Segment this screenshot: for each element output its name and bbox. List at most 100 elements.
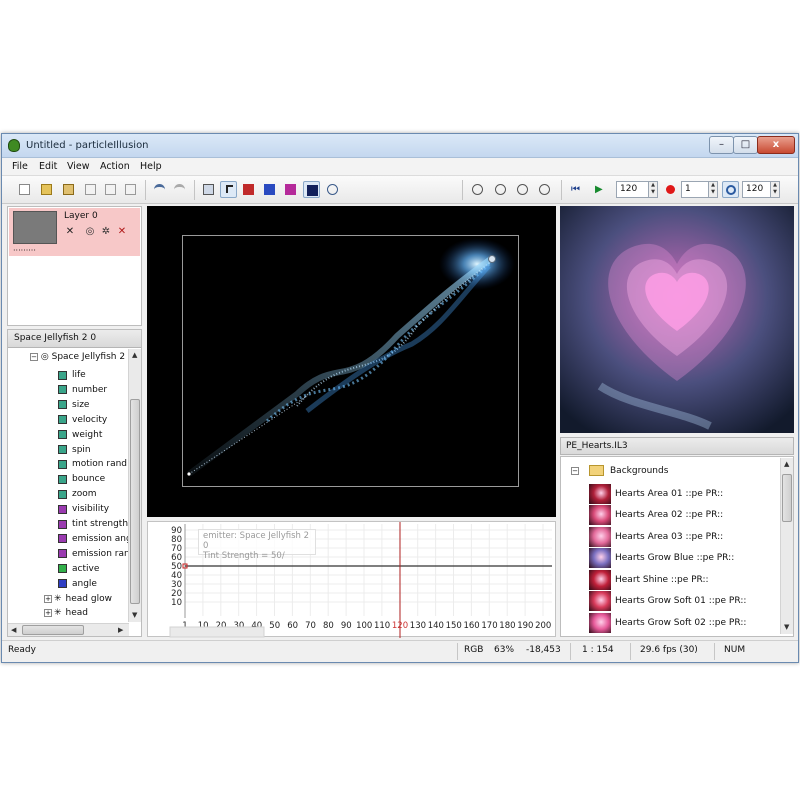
layer-thumbnail [13, 211, 57, 244]
record-icon[interactable] [662, 181, 679, 198]
layer-hide-icon[interactable]: ✕ [64, 226, 76, 238]
magenta-tool-icon[interactable] [282, 181, 299, 198]
menu-edit[interactable]: Edit [39, 161, 57, 172]
tree-property-item[interactable]: angle [58, 577, 97, 591]
menu-help[interactable]: Help [140, 161, 162, 172]
cut-icon[interactable] [82, 181, 99, 198]
graph-info-value: Tint Strength = 50/ [203, 551, 285, 561]
expand-icon[interactable]: + [44, 594, 52, 603]
frame-end-field[interactable]: 120 [616, 181, 649, 198]
particle-mode-icon[interactable] [303, 181, 320, 198]
loop-icon[interactable] [722, 181, 739, 198]
tree-vscrollbar[interactable]: ▲ ▼ [128, 349, 141, 622]
tree-property-item[interactable]: active [58, 562, 99, 576]
loop-end-field[interactable]: 120 [742, 181, 771, 198]
status-zoom: 63% [494, 645, 515, 655]
tree-property-item[interactable]: number [58, 383, 107, 397]
close-button[interactable]: x [757, 136, 795, 154]
x-tick-label: 150 [446, 621, 462, 631]
nav-up-icon[interactable] [514, 181, 531, 198]
blue-tool-icon[interactable] [261, 181, 278, 198]
tree-property-item[interactable]: bounce [58, 472, 105, 486]
tree-property-label: emission ran [72, 548, 130, 559]
layer-delete-icon[interactable]: ✕ [116, 226, 128, 238]
tree-property-item[interactable]: weight [58, 428, 102, 442]
nav-right-icon[interactable] [536, 181, 553, 198]
emitter-tool-icon[interactable] [200, 181, 217, 198]
layer-dots: ········· [13, 246, 36, 255]
library-item-label: Hearts Grow Soft 01 ::pe PR:: [615, 596, 747, 606]
tree-property-item[interactable]: velocity [58, 413, 107, 427]
folder-label: Backgrounds [610, 465, 669, 476]
tree-property-item[interactable]: emission ang [58, 532, 132, 546]
library-item-label: Hearts Grow Blue ::pe PR:: [615, 553, 735, 563]
nav-left-icon[interactable] [469, 181, 486, 198]
tree-property-item[interactable]: tint strength [58, 517, 128, 531]
loop-end-stepper[interactable]: ▲ ▼ [770, 181, 780, 198]
status-fps: 29.6 fps (30) [640, 645, 698, 655]
library-item-thumbnail [589, 569, 611, 590]
tree-property-item[interactable]: motion rand [58, 457, 127, 471]
library-item[interactable]: Hearts Grow Soft 02 ::pe PR:: [589, 612, 746, 633]
layer-sun-icon[interactable]: ✲ [100, 226, 112, 238]
tree-property-label: weight [72, 429, 103, 440]
tree-property-item[interactable]: spin [58, 443, 91, 457]
nav-down-icon[interactable] [492, 181, 509, 198]
property-swatch-icon [58, 385, 67, 395]
layer-target-icon[interactable]: ◎ [84, 226, 96, 238]
tree-child-emitter[interactable]: + ✳ head [44, 606, 88, 620]
library-item[interactable]: Hearts Grow Soft 01 ::pe PR:: [589, 591, 746, 612]
play-icon[interactable]: ▶ [592, 181, 609, 198]
emitter-tree-panel: Space Jellyfish 2 0 − ◎ Space Jellyfish … [7, 329, 142, 637]
library-item[interactable]: Hearts Area 01 ::pe PR:: [589, 483, 723, 504]
open-icon[interactable] [38, 181, 55, 198]
save-icon[interactable] [60, 181, 77, 198]
tree-child-emitter[interactable]: + ✳ head glow [44, 592, 112, 606]
status-ratio: 1 : 154 [582, 645, 614, 655]
frame-end-stepper[interactable]: ▲ ▼ [648, 181, 658, 198]
current-frame-stepper[interactable]: ▲ ▼ [708, 181, 718, 198]
copy-icon[interactable] [102, 181, 119, 198]
library-item[interactable]: Hearts Grow Blue ::pe PR:: [589, 548, 734, 569]
status-bar: Ready RGB 63% -18,453 1 : 154 29.6 fps (… [2, 640, 798, 662]
status-coords: -18,453 [526, 645, 561, 655]
menu-bar: File Edit View Action Help [2, 158, 798, 176]
menu-view[interactable]: View [67, 161, 90, 172]
library-vscrollbar[interactable]: ▲ ▼ [780, 458, 793, 634]
menu-action[interactable]: Action [100, 161, 130, 172]
current-frame-field[interactable]: 1 [681, 181, 709, 198]
redo-icon[interactable] [171, 181, 188, 198]
tree-root[interactable]: − ◎ Space Jellyfish 2 [30, 352, 125, 362]
paste-icon[interactable] [122, 181, 139, 198]
tree-property-item[interactable]: zoom [58, 487, 97, 501]
library-item[interactable]: Heart Shine ::pe PR:: [589, 569, 709, 590]
collapse-icon[interactable]: − [30, 353, 38, 361]
rewind-icon[interactable]: ⏮ [570, 181, 587, 198]
library-folder[interactable]: − Backgrounds [571, 465, 668, 476]
move-icon[interactable] [324, 181, 341, 198]
x-tick-label: 80 [323, 621, 334, 631]
x-tick-label: 200 [535, 621, 551, 631]
red-tool-icon[interactable] [240, 181, 257, 198]
select-tool-icon[interactable] [220, 181, 237, 198]
expand-icon[interactable]: + [44, 609, 52, 618]
collapse-folder-icon[interactable]: − [571, 466, 579, 475]
menu-file[interactable]: File [12, 161, 28, 172]
stage-viewport[interactable] [147, 206, 556, 517]
graph-info-box: emitter: Space Jellyfish 2 0 Tint Streng… [198, 529, 316, 561]
minimize-button[interactable]: – [709, 136, 734, 154]
tree-hscrollbar[interactable]: ◀ ▶ [8, 623, 129, 636]
undo-icon[interactable] [151, 181, 168, 198]
tree-property-item[interactable]: visibility [58, 502, 109, 516]
library-item[interactable]: Hearts Area 03 ::pe PR:: [589, 526, 723, 547]
tree-property-item[interactable]: life [58, 368, 86, 382]
maximize-button[interactable]: □ [733, 136, 758, 154]
layer-row[interactable]: Layer 0 ✕ ◎ ✲ ✕ ········· [9, 208, 140, 256]
library-item[interactable]: Hearts Area 02 ::pe PR:: [589, 505, 723, 526]
tree-property-label: number [72, 384, 108, 395]
graph-hscrollbar [169, 626, 265, 638]
new-icon[interactable] [16, 181, 33, 198]
tree-property-item[interactable]: emission ran [58, 547, 130, 561]
tree-property-item[interactable]: size [58, 398, 89, 412]
hearts-preview-image [560, 206, 794, 433]
